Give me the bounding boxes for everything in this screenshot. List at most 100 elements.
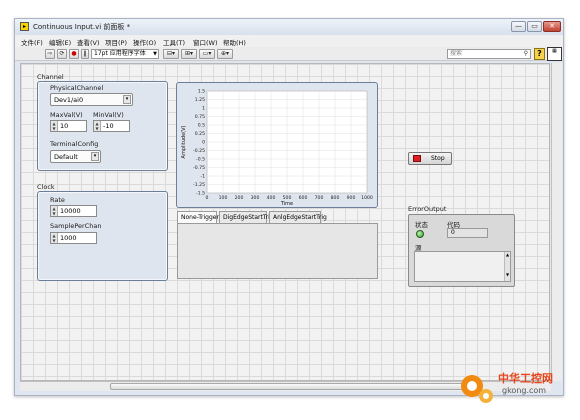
- x-tick-label: 900: [347, 195, 356, 201]
- run-continuously-icon[interactable]: ⟳: [57, 49, 67, 59]
- source-scrollbar[interactable]: ▲ ▼: [504, 252, 510, 281]
- error-status-label: 状态: [415, 221, 428, 229]
- font-select[interactable]: 17pt 应用程序字体 ▼: [91, 49, 159, 59]
- minimize-button[interactable]: —: [511, 21, 526, 32]
- x-tick-label: 100: [219, 195, 228, 201]
- x-tick-label: 300: [251, 195, 260, 201]
- waveform-graph: 0 100 200 300 400 500 600 700 800 900 1000 1.5 1.25 1…: [176, 82, 378, 208]
- watermark-text: 中华工控网: [498, 372, 553, 385]
- y-tick-label: -0.25: [193, 148, 205, 154]
- chevron-down-icon[interactable]: ▾: [91, 152, 99, 161]
- x-tick-label: 600: [299, 195, 308, 201]
- minval-value: -10: [103, 122, 114, 130]
- terminal-config-label: TerminalConfig: [50, 140, 99, 148]
- run-arrow-icon[interactable]: ⇨: [45, 49, 55, 59]
- tab-page: [177, 223, 378, 279]
- maxval-label: MaxVal(V): [50, 111, 83, 119]
- x-tick-label: 800: [331, 195, 340, 201]
- resize-objects-icon[interactable]: ▭▾: [199, 49, 215, 59]
- labview-app-icon: ▸: [20, 22, 29, 31]
- clock-group-label: Clock: [37, 183, 55, 191]
- samples-per-chan-control[interactable]: ▲ ▼ 1000: [50, 232, 97, 244]
- search-placeholder: 搜索: [450, 50, 463, 57]
- y-tick-label: -1.5: [196, 191, 205, 197]
- y-tick-label: 0.5: [198, 123, 205, 129]
- error-code-value: 0: [451, 229, 455, 236]
- trigger-tab-control: None-Trigger DigEdgeStartTrig AnlgEdgeSt…: [177, 211, 378, 279]
- stop-button-label: Stop: [431, 155, 445, 162]
- watermark: 中华工控网 gkong.com: [448, 364, 568, 410]
- menu-window[interactable]: 窗口(W): [193, 37, 218, 47]
- connector-pane-icon[interactable]: ▦: [547, 47, 562, 61]
- x-tick-label: 0: [206, 195, 209, 201]
- help-button[interactable]: ?: [534, 48, 545, 60]
- abort-icon[interactable]: ●: [69, 49, 79, 59]
- vertical-scrollbar[interactable]: [551, 63, 562, 381]
- maxval-value: 10: [60, 122, 69, 130]
- menu-view[interactable]: 查看(V): [77, 37, 100, 47]
- y-tick-label: 1: [202, 106, 205, 112]
- reorder-icon[interactable]: ⊕▾: [217, 49, 233, 59]
- window-title: Continuous Input.vi 前面板 *: [33, 23, 131, 31]
- y-tick-label: -1: [200, 174, 205, 180]
- increment-decrement-icon[interactable]: ▲ ▼: [51, 121, 58, 131]
- x-tick-label: 200: [235, 195, 244, 201]
- tab-anlg-edge-start-trig[interactable]: AnlgEdgeStartTrig: [269, 211, 327, 223]
- stop-button[interactable]: Stop: [408, 152, 452, 165]
- pause-icon[interactable]: ǁ: [81, 49, 89, 59]
- increment-decrement-icon[interactable]: ▲ ▼: [94, 121, 101, 131]
- search-icon[interactable]: ⚲: [524, 50, 528, 58]
- rate-label: Rate: [50, 196, 65, 204]
- terminal-config-select[interactable]: Default ▾: [50, 150, 101, 163]
- search-input[interactable]: 搜索 ⚲: [447, 49, 531, 59]
- y-tick-label: -0.75: [193, 165, 205, 171]
- increment-decrement-icon[interactable]: ▲ ▼: [51, 233, 58, 243]
- font-select-value: 17pt 应用程序字体: [94, 50, 146, 57]
- close-button[interactable]: ✕: [543, 21, 561, 32]
- tab-dig-edge-start-trig[interactable]: DigEdgeStartTrig: [219, 211, 274, 223]
- y-tick-label: -1.25: [193, 182, 205, 188]
- y-tick-label: 0.75: [195, 114, 205, 120]
- physical-channel-control[interactable]: Dev1/ai0 ▾: [50, 93, 133, 106]
- error-code-indicator: 0: [447, 228, 488, 238]
- distribute-objects-icon[interactable]: ⊞▾: [181, 49, 197, 59]
- menu-bar: 文件(F) 编辑(E) 查看(V) 项目(P) 操作(O) 工具(T) 窗口(W…: [15, 35, 563, 47]
- samples-per-chan-value: 1000: [60, 234, 77, 242]
- toolbar: ⇨ ⟳ ● ǁ 17pt 应用程序字体 ▼ ⊟▾ ⊞▾ ▭▾ ⊕▾ 搜索 ⚲ ?…: [15, 47, 563, 61]
- maximize-button[interactable]: ▭: [527, 21, 542, 32]
- menu-tools[interactable]: 工具(T): [163, 37, 185, 47]
- browse-icon[interactable]: ▾: [123, 95, 131, 104]
- menu-edit[interactable]: 编辑(E): [49, 37, 71, 47]
- menu-project[interactable]: 项目(P): [105, 37, 127, 47]
- rate-control[interactable]: ▲ ▼ 10000: [50, 205, 97, 217]
- y-tick-label: -0.5: [196, 157, 205, 163]
- menu-help[interactable]: 帮助(H): [223, 37, 246, 47]
- horizontal-scroll-thumb[interactable]: [110, 383, 480, 390]
- error-output-label: ErrorOutput: [408, 205, 447, 213]
- minval-control[interactable]: ▲ ▼ -10: [93, 120, 130, 132]
- physical-channel-label: PhysicalChannel: [50, 84, 104, 92]
- stop-led-icon: [413, 155, 421, 162]
- maxval-control[interactable]: ▲ ▼ 10: [50, 120, 87, 132]
- menu-operate[interactable]: 操作(O): [133, 37, 156, 47]
- watermark-url: gkong.com: [502, 386, 547, 395]
- menu-file[interactable]: 文件(F): [21, 37, 43, 47]
- y-tick-label: 0: [202, 140, 205, 146]
- samples-per-chan-label: SamplePerChan: [50, 222, 102, 230]
- align-objects-icon[interactable]: ⊟▾: [163, 49, 179, 59]
- x-tick-label: 1000: [361, 195, 373, 201]
- title-bar: ▸ Continuous Input.vi 前面板 * — ▭ ✕: [15, 19, 563, 35]
- chevron-down-icon: ▼: [153, 51, 157, 57]
- x-tick-label: 700: [315, 195, 324, 201]
- x-axis-label: Time: [280, 201, 293, 207]
- minval-label: MinVal(V): [93, 111, 124, 119]
- increment-decrement-icon[interactable]: ▲ ▼: [51, 206, 58, 216]
- waveform-graph-svg: 0 100 200 300 400 500 600 700 800 900 10001.51.251…: [181, 89, 373, 207]
- y-axis-label: Amplitude(V): [181, 125, 187, 158]
- physical-channel-value: Dev1/ai0: [54, 96, 84, 104]
- y-tick-label: 0.25: [195, 131, 205, 137]
- y-tick-label: 1.5: [198, 89, 205, 95]
- error-output-cluster: 状态 代码 0 源 ▲ ▼: [408, 214, 515, 287]
- error-source-indicator: ▲ ▼: [414, 251, 511, 282]
- status-led-icon: [416, 230, 424, 238]
